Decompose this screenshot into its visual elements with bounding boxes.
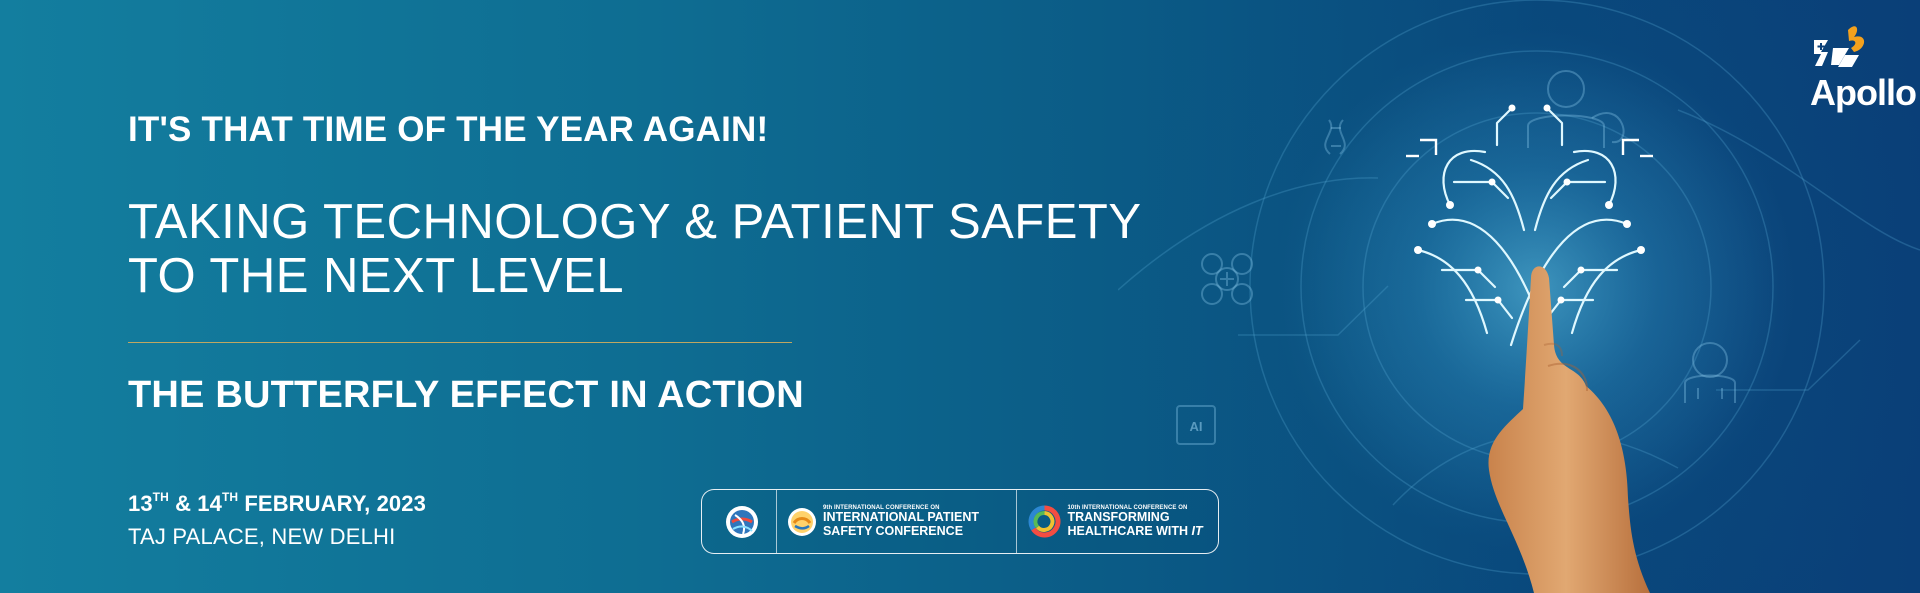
event-venue: TAJ PALACE, NEW DELHI [128,523,396,549]
hero-banner: AI IT'S THAT TIME OF THE YEAR AGAIN! TAK… [0,0,1920,593]
event-date-rest: FEBRUARY, 2023 [238,491,426,516]
event-kicker: IT'S THAT TIME OF THE YEAR AGAIN! [128,110,769,149]
globe-seal-icon [725,505,758,538]
ai-chip-label: AI [1190,419,1203,434]
patient-safety-conference-title-line-2: SAFETY CONFERENCE [822,523,964,538]
healthcare-it-conference-logo: 10th INTERNATIONAL CONFERENCE ON TRANSFO… [1016,490,1205,553]
apollo-mark-icon [1814,26,1865,67]
event-tagline: THE BUTTERFLY EFFECT IN ACTION [128,374,804,417]
patient-safety-conference-title-line-1: INTERNATIONAL PATIENT [822,510,979,525]
patient-safety-conference-copy: 9th INTERNATIONAL CONFERENCE ON INTERNAT… [823,505,979,537]
headline-line-2: TO THE NEXT LEVEL [128,249,624,304]
apollo-logo: Apollo [1790,20,1917,120]
event-headline: TAKING TECHNOLOGY & PATIENT SAFETY TO TH… [128,195,1178,304]
healthcare-it-conference-title-emphasis: IT [1191,523,1203,538]
conference-logos-strip: 9th INTERNATIONAL CONFERENCE ON INTERNAT… [701,489,1219,554]
hero-copy: IT'S THAT TIME OF THE YEAR AGAIN! TAKING… [128,110,1178,418]
patient-safety-conference-logo: 9th INTERNATIONAL CONFERENCE ON INTERNAT… [775,490,1011,553]
healthcare-it-conference-copy: 10th INTERNATIONAL CONFERENCE ON TRANSFO… [1067,505,1202,537]
healthcare-it-conference-title-prefix: HEALTHCARE WITH [1067,523,1192,538]
headline-line-1: TAKING TECHNOLOGY & PATIENT SAFETY [128,195,1142,250]
rainbow-circle-icon [1029,505,1061,538]
event-details: 13TH & 14TH FEBRUARY, 2023 TAJ PALACE, N… [128,490,426,550]
people-network-icon [1201,253,1253,305]
headline-divider [128,342,792,344]
event-date-second-suffix: TH [221,489,239,504]
event-date: 13TH & 14TH FEBRUARY, 2023 [128,490,426,518]
international-conference-badge [718,490,766,553]
apollo-wordmark: Apollo [1810,72,1917,113]
event-date-prefix: 13 [128,491,153,516]
patient-safety-seal-icon [787,507,816,536]
healthcare-it-conference-title-line-2: HEALTHCARE WITH IT [1067,523,1203,538]
event-date-first-suffix: TH [152,489,169,504]
event-date-connector: & 14 [168,491,222,516]
